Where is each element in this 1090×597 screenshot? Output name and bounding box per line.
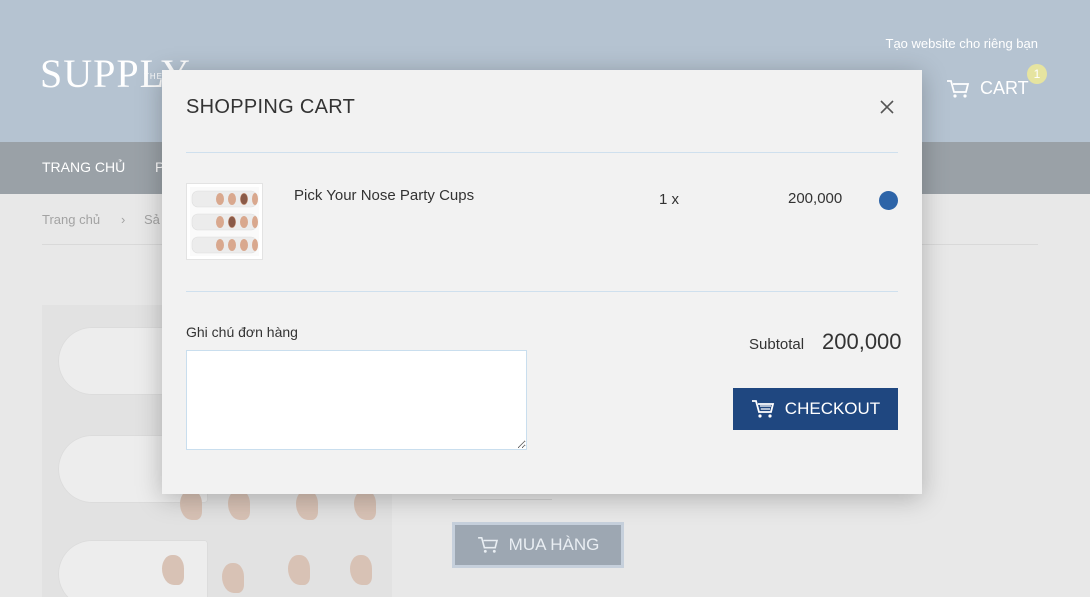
cart-count-badge: 1 [1027, 64, 1047, 84]
cart-item-thumbnail[interactable] [186, 183, 263, 260]
nose-shape [350, 555, 372, 585]
nose-shape [228, 490, 250, 520]
cart-divider-top [186, 152, 898, 153]
order-note-input[interactable] [186, 350, 527, 450]
buy-button-label: MUA HÀNG [508, 535, 600, 554]
create-website-link[interactable]: Tạo website cho riêng bạn [886, 36, 1038, 51]
cart-icon [751, 400, 774, 418]
cart-icon [477, 536, 498, 553]
header-cart-link[interactable]: CART [946, 78, 1029, 99]
product-thumbnail-image [190, 187, 259, 256]
subtotal-value: 200,000 [822, 329, 902, 354]
nose-shape [288, 555, 310, 585]
cart-icon [947, 79, 970, 98]
cart-item-price: 200,000 [788, 190, 843, 207]
breadcrumb-separator: › [121, 212, 126, 227]
cart-item-qty: 1 x [659, 191, 680, 208]
nose-shape [222, 563, 244, 593]
order-note-label: Ghi chú đơn hàng [186, 324, 298, 340]
nose-shape [296, 490, 318, 520]
cart-modal: SHOPPING CART Pick Your Nose Party Cups … [162, 70, 922, 494]
nav-item-home[interactable]: TRANG CHỦ [42, 159, 125, 175]
cart-item-name[interactable]: Pick Your Nose Party Cups [294, 187, 474, 204]
breadcrumb-home[interactable]: Trang chủ [42, 212, 100, 227]
breadcrumb-products[interactable]: Sả [144, 212, 160, 227]
cup-shape [58, 540, 208, 597]
cart-divider-bottom [186, 291, 898, 292]
checkout-label: CHECKOUT [784, 399, 881, 418]
remove-item-icon[interactable] [879, 191, 898, 210]
nose-shape [180, 490, 202, 520]
checkout-button[interactable]: CHECKOUT [733, 388, 898, 430]
header-cart-label: CART [980, 78, 1029, 98]
close-icon[interactable] [876, 96, 898, 118]
buy-button[interactable]: MUA HÀNG [452, 522, 624, 568]
nose-shape [162, 555, 184, 585]
cart-modal-title: SHOPPING CART [186, 96, 356, 118]
subtotal-label: Subtotal [749, 336, 805, 353]
nose-shape [354, 490, 376, 520]
